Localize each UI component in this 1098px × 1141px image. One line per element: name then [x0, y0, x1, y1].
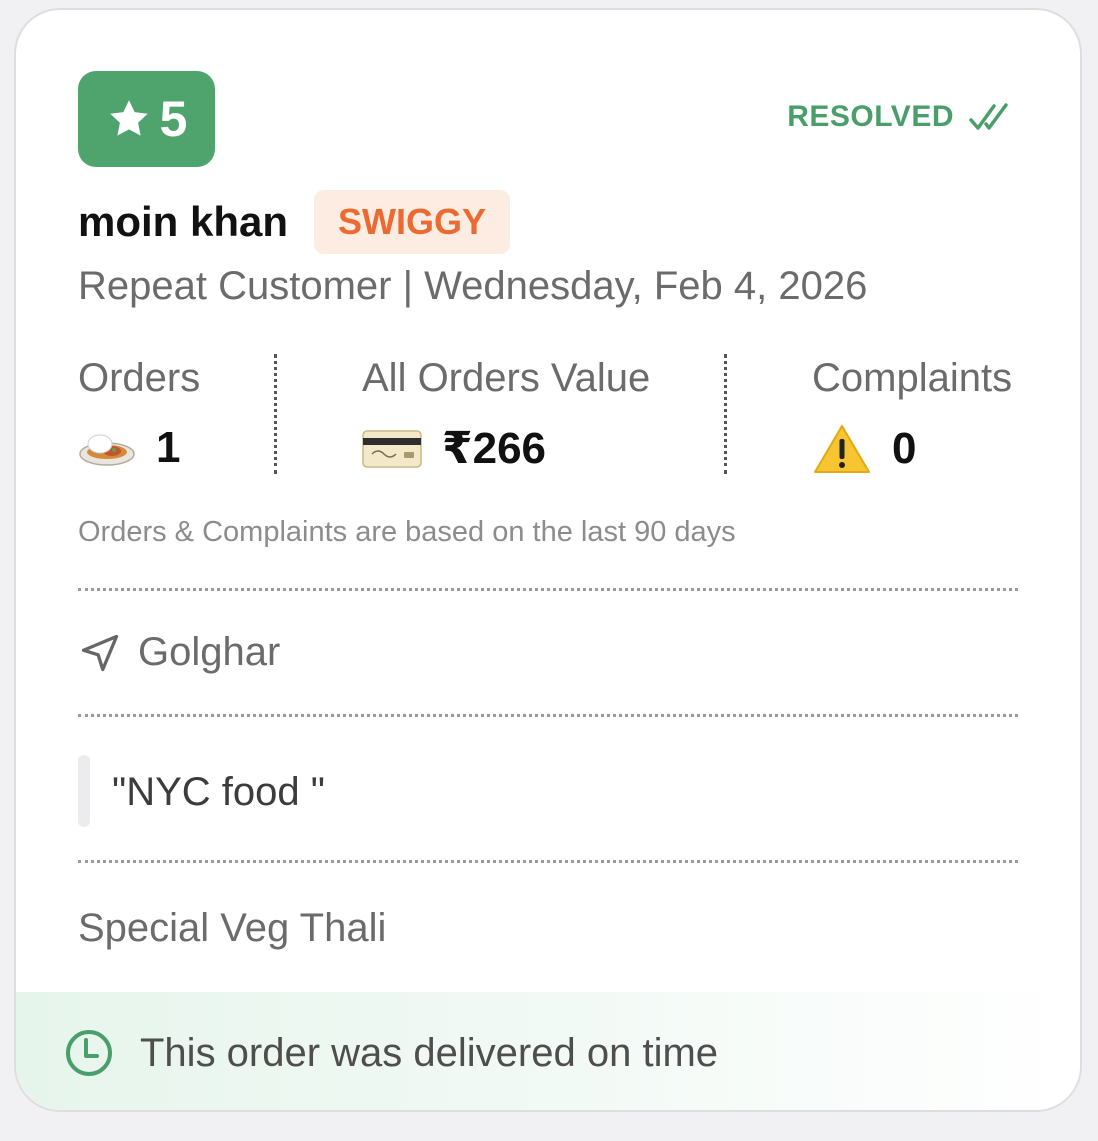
section-divider	[78, 860, 1018, 863]
rating-value: 5	[159, 91, 188, 147]
stat-divider	[724, 354, 727, 474]
location: Golghar	[78, 630, 280, 675]
credit-card-icon	[362, 429, 422, 468]
platform-badge: SWIGGY	[314, 190, 511, 254]
stats-note: Orders & Complaints are based on the las…	[78, 516, 736, 548]
customer-subtitle: Repeat Customer | Wednesday, Feb 4, 2026	[78, 264, 868, 308]
star-icon	[109, 100, 148, 136]
orders-value: 1	[156, 423, 181, 472]
orders-value-stat: All Orders Value ₹266	[362, 356, 650, 474]
customer-header: moin khan SWIGGY	[78, 190, 511, 254]
delivery-status-banner: This order was delivered on time	[16, 992, 1080, 1110]
orders-stat: Orders 1	[78, 356, 200, 473]
orders-value-label: All Orders Value	[362, 356, 651, 400]
review-card[interactable]: 5 RESOLVED moin khan SWIGGY Repeat Custo…	[14, 8, 1082, 1112]
orders-label: Orders	[78, 356, 201, 400]
location-text: Golghar	[138, 630, 281, 674]
section-divider	[78, 588, 1018, 591]
ordered-item: Special Veg Thali	[78, 906, 387, 950]
status-indicator: RESOLVED	[787, 100, 1010, 134]
delivery-status-text: This order was delivered on time	[140, 1030, 719, 1075]
complaints-label: Complaints	[812, 356, 1013, 400]
quote-bar	[78, 755, 90, 827]
section-divider	[78, 714, 1018, 717]
review-comment: "NYC food "	[112, 770, 325, 814]
stat-divider	[274, 354, 277, 474]
customer-name: moin khan	[78, 198, 289, 245]
rating-badge: 5	[78, 71, 215, 167]
warning-icon	[814, 425, 870, 473]
complaints-value: 0	[892, 424, 917, 473]
orders-value-amount: ₹266	[442, 424, 547, 473]
rice-plate-icon	[79, 434, 135, 466]
status-label: RESOLVED	[787, 100, 954, 133]
complaints-stat: Complaints 0	[812, 356, 1012, 475]
double-check-icon	[969, 103, 1008, 130]
navigation-arrow-icon	[81, 634, 119, 671]
clock-icon	[66, 1030, 112, 1076]
